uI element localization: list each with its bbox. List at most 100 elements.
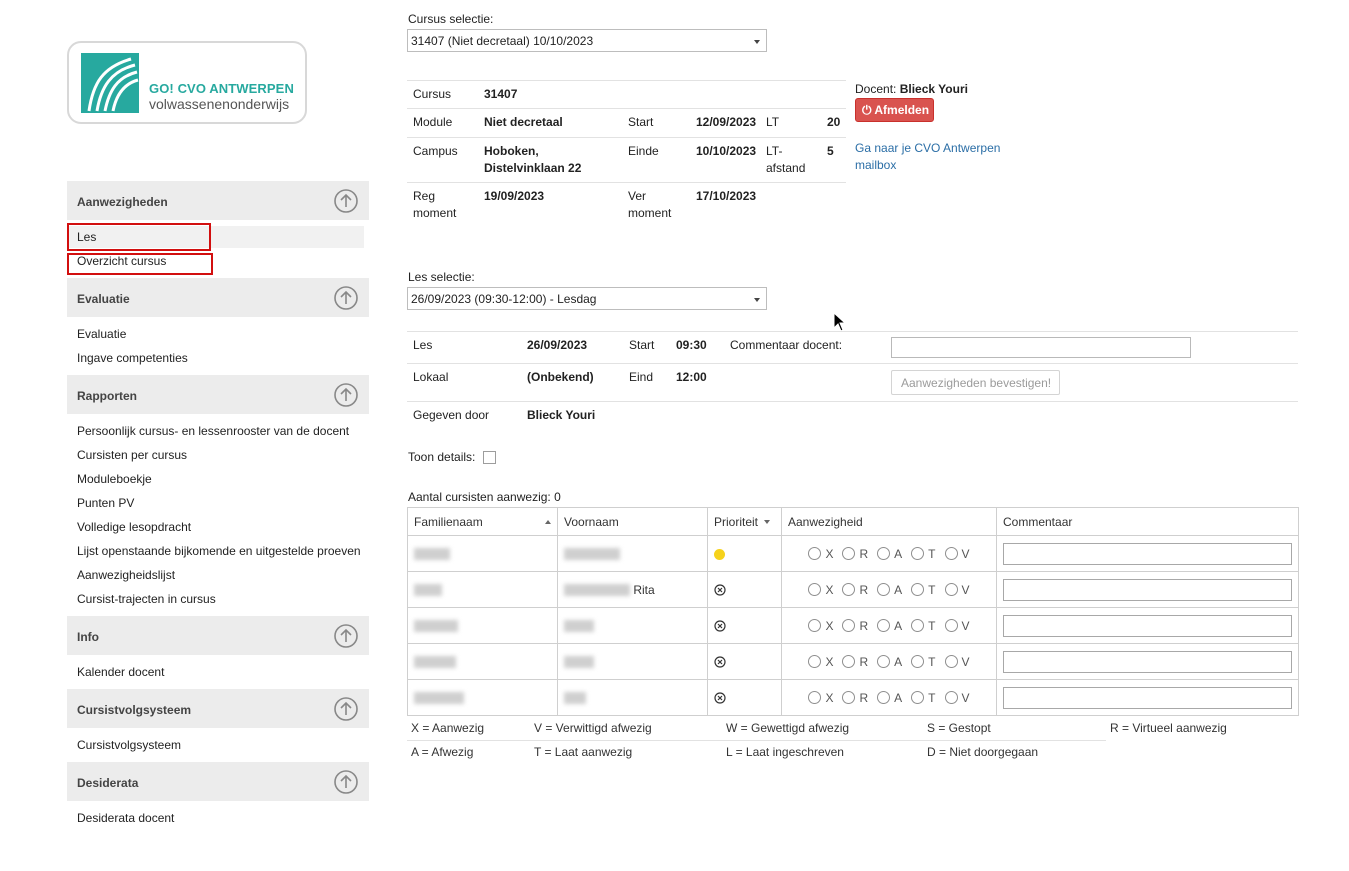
sidebar-item-openstaande-proeven[interactable]: Lijst openstaande bijkomende en uitgeste… (77, 544, 361, 558)
collapse-up-icon[interactable] (334, 624, 358, 648)
cvo-logo-icon (81, 53, 139, 113)
lokaal-label: Lokaal (413, 370, 449, 384)
legend-x: X = Aanwezig (411, 721, 485, 735)
voornaam-cell (557, 643, 708, 680)
header-familienaam[interactable]: Familienaam (407, 507, 558, 536)
confirm-attendance-button[interactable]: Aanwezigheden bevestigen! (891, 370, 1060, 395)
sidebar-item-lessenrooster[interactable]: Persoonlijk cursus- en lessenrooster van… (77, 424, 349, 438)
sidebar-item-cursist-trajecten[interactable]: Cursist-trajecten in cursus (77, 592, 216, 606)
sidebar-item-moduleboekje[interactable]: Moduleboekje (77, 472, 152, 486)
sidebar-item-desiderata-docent[interactable]: Desiderata docent (77, 811, 174, 825)
einde-label: Einde (628, 144, 659, 158)
priority-x-circle-icon (714, 656, 726, 668)
section-evaluatie[interactable]: Evaluatie (67, 278, 369, 317)
sidebar-item-cursisten-per-cursus[interactable]: Cursisten per cursus (77, 448, 187, 462)
header-voornaam[interactable]: Voornaam (557, 507, 708, 536)
mailbox-link[interactable]: Ga naar je CVO Antwerpen mailbox (855, 140, 1000, 174)
divider (407, 331, 1298, 332)
course-selection-label: Cursus selectie: (408, 12, 494, 26)
radio-option-r[interactable]: R (842, 691, 868, 705)
details-label: Toon details: (408, 450, 476, 464)
priority-x-circle-icon (714, 620, 726, 632)
start-label: Start (628, 115, 654, 129)
details-checkbox[interactable] (483, 451, 496, 464)
logo[interactable]: GO! CVO ANTWERPEN volwassenenonderwijs (67, 41, 307, 124)
collapse-up-icon[interactable] (334, 286, 358, 310)
section-cursistvolgsysteem[interactable]: Cursistvolgsysteem (67, 689, 369, 728)
commentaar-input[interactable] (1003, 686, 1292, 709)
radio-option-x[interactable]: X (808, 655, 833, 669)
sidebar-item-evaluatie[interactable]: Evaluatie (77, 327, 126, 341)
section-rapporten[interactable]: Rapporten (67, 375, 369, 414)
radio-option-v[interactable]: V (944, 547, 970, 561)
radio-option-x[interactable]: X (808, 583, 833, 597)
highlight-box-overzicht (67, 253, 213, 275)
collapse-up-icon[interactable] (334, 697, 358, 721)
chevron-down-icon (754, 298, 760, 302)
reg-moment-label-line1: Reg (413, 189, 436, 203)
section-desiderata[interactable]: Desiderata (67, 762, 369, 801)
course-select[interactable]: 31407 (Niet decretaal) 10/10/2023 (407, 29, 767, 52)
sidebar-item-lesopdracht[interactable]: Volledige lesopdracht (77, 520, 191, 534)
commentaar-input[interactable] (1003, 650, 1292, 673)
lesson-selection-label: Les selectie: (408, 270, 475, 284)
radio-option-t[interactable]: T (911, 619, 936, 633)
commentaar-input[interactable] (1003, 614, 1292, 637)
radio-option-a[interactable]: A (877, 619, 902, 633)
header-prioriteit[interactable]: Prioriteit (707, 507, 782, 536)
commentaar-cell (996, 643, 1299, 680)
radio-option-v[interactable]: V (944, 655, 970, 669)
docent-label: Docent: (855, 82, 897, 96)
comment-docent-label: Commentaar docent: (730, 338, 843, 352)
radio-option-v[interactable]: V (944, 691, 970, 705)
collapse-up-icon[interactable] (334, 383, 358, 407)
radio-option-x[interactable]: X (808, 547, 833, 561)
divider (407, 363, 1298, 364)
lesson-select[interactable]: 26/09/2023 (09:30-12:00) - Lesdag (407, 287, 767, 310)
mailbox-link-line2: mailbox (855, 158, 897, 172)
section-aanwezigheden[interactable]: Aanwezigheden (67, 181, 369, 220)
radio-option-t[interactable]: T (911, 583, 936, 597)
radio-option-t[interactable]: T (911, 691, 936, 705)
comment-docent-input[interactable] (891, 337, 1191, 358)
radio-option-r[interactable]: R (842, 619, 868, 633)
campus-value-line1: Hoboken, (484, 144, 539, 158)
commentaar-input[interactable] (1003, 542, 1292, 565)
radio-option-a[interactable]: A (877, 547, 902, 561)
divider (407, 80, 846, 81)
logo-title: GO! CVO ANTWERPEN (149, 81, 294, 96)
lt-afstand-label-line1: LT- (766, 144, 783, 158)
radio-option-r[interactable]: R (842, 583, 868, 597)
redacted-name (414, 548, 450, 561)
collapse-up-icon[interactable] (334, 770, 358, 794)
logout-button[interactable]: ⏻ Afmelden (855, 98, 934, 122)
radio-option-r[interactable]: R (842, 547, 868, 561)
header-commentaar[interactable]: Commentaar (996, 507, 1299, 536)
sidebar-item-ingave-competenties[interactable]: Ingave competenties (77, 351, 188, 365)
reg-moment-value: 19/09/2023 (484, 189, 545, 203)
sidebar-item-punten-pv[interactable]: Punten PV (77, 496, 134, 510)
sidebar-item-kalender-docent[interactable]: Kalender docent (77, 665, 164, 679)
radio-option-a[interactable]: A (877, 691, 902, 705)
radio-option-r[interactable]: R (842, 655, 868, 669)
collapse-up-icon[interactable] (334, 189, 358, 213)
commentaar-input[interactable] (1003, 578, 1292, 601)
radio-option-t[interactable]: T (911, 547, 936, 561)
lokaal-value: (Onbekend) (527, 370, 594, 384)
radio-option-v[interactable]: V (944, 583, 970, 597)
les-label: Les (413, 338, 433, 352)
sidebar-item-aanwezigheidslijst[interactable]: Aanwezigheidslijst (77, 568, 175, 582)
radio-option-a[interactable]: A (877, 583, 902, 597)
radio-option-v[interactable]: V (944, 619, 970, 633)
radio-option-a[interactable]: A (877, 655, 902, 669)
divider (407, 108, 846, 109)
header-aanwezigheid[interactable]: Aanwezigheid (781, 507, 997, 536)
radio-option-t[interactable]: T (911, 655, 936, 669)
ver-moment-value: 17/10/2023 (696, 189, 757, 203)
sidebar-item-cursistvolgsysteem[interactable]: Cursistvolgsysteem (77, 738, 181, 752)
radio-option-x[interactable]: X (808, 619, 833, 633)
section-info[interactable]: Info (67, 616, 369, 655)
einde-value: 10/10/2023 (696, 144, 757, 158)
divider (407, 182, 846, 183)
radio-option-x[interactable]: X (808, 691, 833, 705)
